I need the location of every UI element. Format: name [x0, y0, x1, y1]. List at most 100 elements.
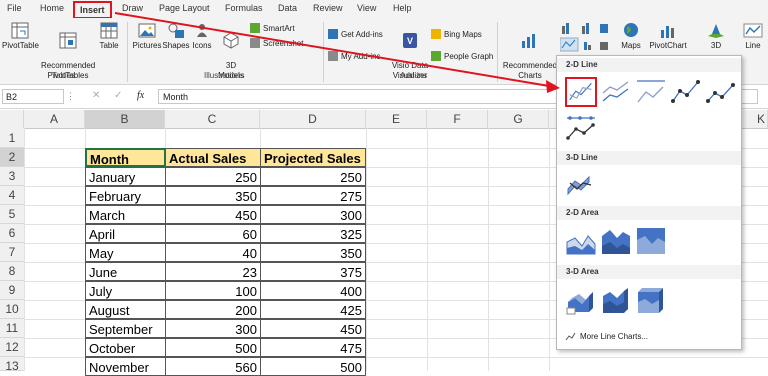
- stacked-line-with-markers-option[interactable]: [705, 77, 737, 107]
- row-header[interactable]: 13: [0, 357, 24, 373]
- name-box-dropdown-icon[interactable]: ⋮: [66, 91, 75, 102]
- header-cell-projected-sales[interactable]: Projected Sales: [260, 148, 366, 167]
- month-cell[interactable]: July: [85, 281, 166, 300]
- month-cell[interactable]: September: [85, 319, 166, 338]
- pivotchart-button[interactable]: PivotChart: [648, 22, 688, 51]
- actual-sales-cell[interactable]: 450: [165, 205, 261, 224]
- actual-sales-cell[interactable]: 300: [165, 319, 261, 338]
- recommended-charts-button[interactable]: Recommended Charts: [502, 22, 558, 81]
- 3d-stacked-area-chart-option[interactable]: [600, 286, 632, 316]
- 100-stacked-line-with-markers-option[interactable]: [565, 113, 597, 143]
- row-header[interactable]: 10: [0, 300, 24, 319]
- bing-maps-button[interactable]: Bing Maps: [431, 29, 482, 39]
- line-sparkline-button[interactable]: Line: [741, 22, 765, 51]
- actual-sales-cell[interactable]: 100: [165, 281, 261, 300]
- projected-sales-cell[interactable]: 425: [260, 300, 366, 319]
- actual-sales-cell[interactable]: 350: [165, 186, 261, 205]
- tab-page-layout[interactable]: Page Layout: [159, 3, 210, 13]
- month-cell[interactable]: April: [85, 224, 166, 243]
- actual-sales-cell[interactable]: 40: [165, 243, 261, 262]
- month-cell[interactable]: January: [85, 167, 166, 186]
- line-chart-option[interactable]: [565, 77, 597, 107]
- tab-formulas[interactable]: Formulas: [225, 3, 263, 13]
- area-chart-option[interactable]: [565, 226, 597, 256]
- row-header[interactable]: 12: [0, 338, 24, 357]
- column-header-e[interactable]: E: [366, 110, 427, 128]
- column-header-g[interactable]: G: [488, 110, 549, 128]
- stacked-area-chart-option[interactable]: [600, 226, 632, 256]
- tab-help[interactable]: Help: [393, 3, 412, 13]
- projected-sales-cell[interactable]: 500: [260, 357, 366, 376]
- row-header[interactable]: 6: [0, 224, 24, 243]
- header-cell-month[interactable]: Month: [85, 148, 166, 167]
- pivottable-button[interactable]: PivotTable: [2, 22, 39, 51]
- get-addins-button[interactable]: Get Add-ins: [328, 29, 383, 39]
- column-header-c[interactable]: C: [165, 110, 260, 128]
- month-cell[interactable]: October: [85, 338, 166, 357]
- 3d-100-stacked-area-chart-option[interactable]: [635, 286, 667, 316]
- tab-file[interactable]: File: [7, 3, 22, 13]
- actual-sales-cell[interactable]: 23: [165, 262, 261, 281]
- actual-sales-cell[interactable]: 500: [165, 338, 261, 357]
- enter-icon[interactable]: ✓: [114, 90, 122, 101]
- row-header[interactable]: 11: [0, 319, 24, 338]
- projected-sales-cell[interactable]: 300: [260, 205, 366, 224]
- maps-button[interactable]: Maps: [616, 22, 646, 51]
- month-cell[interactable]: August: [85, 300, 166, 319]
- select-all-corner[interactable]: [0, 110, 24, 128]
- month-cell[interactable]: November: [85, 357, 166, 376]
- row-header[interactable]: 3: [0, 167, 24, 186]
- column-header-f[interactable]: F: [427, 110, 488, 128]
- more-line-charts-link[interactable]: More Line Charts...: [565, 332, 648, 341]
- actual-sales-cell[interactable]: 560: [165, 357, 261, 376]
- icons-button[interactable]: Icons: [190, 22, 214, 51]
- row-header[interactable]: 4: [0, 186, 24, 205]
- 3d-map-button[interactable]: 3D: [704, 22, 728, 51]
- 100-stacked-line-chart-option[interactable]: [635, 77, 667, 107]
- my-addins-button[interactable]: My Add-ins: [328, 51, 381, 61]
- month-cell[interactable]: February: [85, 186, 166, 205]
- stacked-line-chart-option[interactable]: [600, 77, 632, 107]
- tab-insert[interactable]: Insert: [73, 1, 112, 19]
- projected-sales-cell[interactable]: 275: [260, 186, 366, 205]
- insert-function-icon[interactable]: fx: [137, 90, 144, 101]
- pictures-button[interactable]: Pictures: [132, 22, 162, 51]
- cancel-icon[interactable]: ✕: [92, 90, 100, 101]
- tab-draw[interactable]: Draw: [122, 3, 143, 13]
- tab-home[interactable]: Home: [40, 3, 64, 13]
- 3d-line-chart-option[interactable]: [565, 169, 597, 199]
- row-header[interactable]: 8: [0, 262, 24, 281]
- row-header[interactable]: 5: [0, 205, 24, 224]
- 3d-area-chart-option[interactable]: [565, 286, 597, 316]
- column-header-a[interactable]: A: [24, 110, 85, 128]
- header-cell-actual-sales[interactable]: Actual Sales: [165, 148, 261, 167]
- column-header-b[interactable]: B: [85, 110, 165, 128]
- line-with-markers-option[interactable]: [670, 77, 702, 107]
- month-cell[interactable]: March: [85, 205, 166, 224]
- projected-sales-cell[interactable]: 450: [260, 319, 366, 338]
- row-header[interactable]: 2: [0, 148, 24, 167]
- projected-sales-cell[interactable]: 400: [260, 281, 366, 300]
- row-header[interactable]: 1: [0, 128, 24, 148]
- tab-data[interactable]: Data: [278, 3, 297, 13]
- screenshot-button[interactable]: Screenshot: [250, 38, 303, 48]
- column-header-d[interactable]: D: [260, 110, 366, 128]
- actual-sales-cell[interactable]: 250: [165, 167, 261, 186]
- tab-view[interactable]: View: [357, 3, 376, 13]
- projected-sales-cell[interactable]: 350: [260, 243, 366, 262]
- tab-review[interactable]: Review: [313, 3, 343, 13]
- month-cell[interactable]: June: [85, 262, 166, 281]
- 100-stacked-area-chart-option[interactable]: [635, 226, 667, 256]
- people-graph-button[interactable]: People Graph: [431, 51, 493, 61]
- actual-sales-cell[interactable]: 200: [165, 300, 261, 319]
- month-cell[interactable]: May: [85, 243, 166, 262]
- table-button[interactable]: Table: [96, 22, 122, 51]
- projected-sales-cell[interactable]: 325: [260, 224, 366, 243]
- row-header[interactable]: 7: [0, 243, 24, 262]
- name-box[interactable]: B2: [2, 89, 64, 104]
- actual-sales-cell[interactable]: 60: [165, 224, 261, 243]
- row-header[interactable]: 9: [0, 281, 24, 300]
- smartart-button[interactable]: SmartArt: [250, 23, 295, 33]
- projected-sales-cell[interactable]: 475: [260, 338, 366, 357]
- projected-sales-cell[interactable]: 375: [260, 262, 366, 281]
